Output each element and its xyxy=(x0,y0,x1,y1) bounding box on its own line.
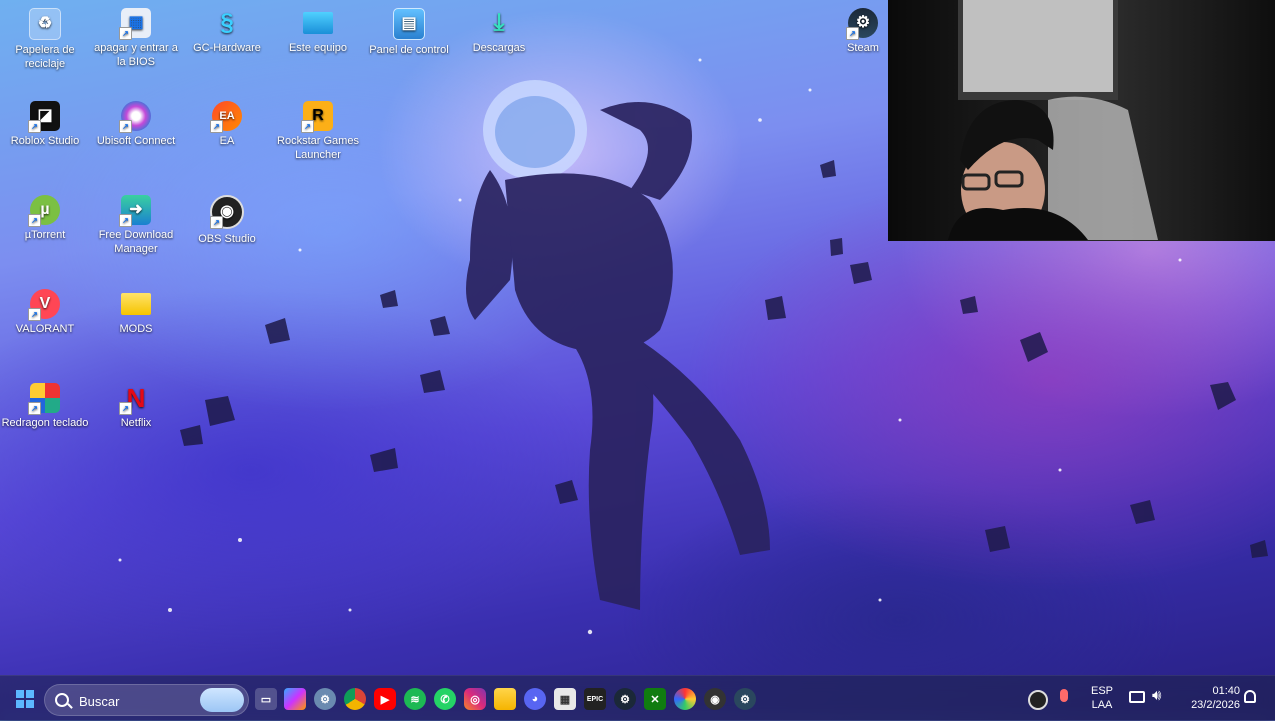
webcam-person xyxy=(948,0,1158,241)
fdm-icon: ➜ ↗ xyxy=(119,195,151,227)
calculator-icon[interactable]: ▦ xyxy=(554,688,576,710)
desktop-icon-recycle-bin[interactable]: ♻ Papelera de reciclaje xyxy=(1,8,89,71)
rockstar-icon: R ↗ xyxy=(301,101,333,133)
desktop-icon-label: Free Download Manager xyxy=(98,229,174,255)
desktop-icon-rockstar[interactable]: R ↗ Rockstar Games Launcher xyxy=(274,101,362,162)
clock[interactable]: 01:40 23/2/2026 xyxy=(1178,685,1240,711)
steam-icon: ⚙ ↗ xyxy=(846,8,878,40)
desktop-icon-bios-shortcut[interactable]: ▦ ↗ apagar y entrar a la BIOS xyxy=(92,8,180,69)
desktop-icon-gc-hardware[interactable]: § GC-Hardware xyxy=(183,8,271,55)
desktop-icon-ubisoft[interactable]: ↗ Ubisoft Connect xyxy=(92,101,180,148)
copilot-icon[interactable] xyxy=(284,688,306,710)
language-label: ESP xyxy=(1090,685,1113,697)
desktop-icon-label: Roblox Studio xyxy=(10,135,80,147)
ea-icon: EA ↗ xyxy=(210,101,242,133)
desktop-icon-label: OBS Studio xyxy=(198,233,256,245)
taskbar-search[interactable] xyxy=(44,684,249,716)
network-icon[interactable] xyxy=(1129,691,1145,703)
youtube-icon[interactable]: ▶ xyxy=(374,688,396,710)
windows-logo-icon xyxy=(16,690,34,708)
desktop-icon-label: Ubisoft Connect xyxy=(96,135,176,147)
discord-icon[interactable]: ◕ xyxy=(524,688,546,710)
utorrent-icon: µ ↗ xyxy=(28,195,60,227)
clock-date: 23/2/2026 xyxy=(1191,699,1240,711)
desktop-icon-netflix[interactable]: N ↗ Netflix xyxy=(92,383,180,430)
downloads-icon: ⤓ xyxy=(493,9,505,36)
desktop-icon-free-download-manager[interactable]: ➜ ↗ Free Download Manager xyxy=(92,195,180,256)
desktop-icon-label: VALORANT xyxy=(15,323,75,335)
folder-icon xyxy=(121,293,151,315)
obs-taskbar-icon[interactable]: ◉ xyxy=(704,688,726,710)
steam-alt-taskbar-icon[interactable]: ⚙ xyxy=(734,688,756,710)
redragon-icon: ↗ xyxy=(28,383,60,415)
roblox-studio-icon: ◪ ↗ xyxy=(28,101,60,133)
desktop-icon-label: Netflix xyxy=(120,417,152,429)
desktop-icon-label: Redragon teclado xyxy=(1,417,89,429)
computer-icon xyxy=(303,12,333,34)
color-app-icon[interactable] xyxy=(674,688,696,710)
desktop-icon-ea[interactable]: EA ↗ EA xyxy=(183,101,271,148)
shortcut-icon: ▦ ↗ xyxy=(119,8,151,40)
desktop-icon-obs-studio[interactable]: ◉ ↗ OBS Studio xyxy=(183,195,271,246)
whatsapp-icon[interactable]: ✆ xyxy=(434,688,456,710)
spotify-icon[interactable]: ≋ xyxy=(404,688,426,710)
desktop-icon-label: Descargas xyxy=(472,42,526,54)
valorant-icon: V ↗ xyxy=(28,289,60,321)
desktop-icon-roblox-studio[interactable]: ◪ ↗ Roblox Studio xyxy=(1,101,89,148)
desktop-icon-valorant[interactable]: V ↗ VALORANT xyxy=(1,289,89,336)
desktop-icon-downloads[interactable]: ⤓ Descargas xyxy=(455,8,543,55)
volume-icon[interactable]: 🔊︎ xyxy=(1152,687,1161,704)
ubisoft-icon: ↗ xyxy=(119,101,151,133)
desktop-icon-redragon[interactable]: ↗ Redragon teclado xyxy=(1,383,89,430)
input-language-indicator[interactable]: ESP LAA xyxy=(1088,685,1116,711)
desktop-icon-label: EA xyxy=(219,135,235,147)
clock-time: 01:40 xyxy=(1212,685,1240,697)
settings-icon[interactable]: ⚙ xyxy=(314,688,336,710)
epic-games-icon[interactable]: EPIC xyxy=(584,688,606,710)
xbox-icon[interactable]: ✕ xyxy=(644,688,666,710)
control-panel-icon: ▤ xyxy=(393,8,425,40)
search-icon xyxy=(55,693,69,707)
obs-icon: ◉ ↗ xyxy=(210,195,244,229)
search-input[interactable] xyxy=(77,691,201,711)
astronaut-figure xyxy=(466,80,770,610)
desktop-icon-label: Este equipo xyxy=(288,42,348,54)
webcam-overlay xyxy=(888,0,1275,241)
keyboard-layout-label: LAA xyxy=(1091,699,1113,711)
steam-taskbar-icon[interactable]: ⚙ xyxy=(614,688,636,710)
chrome-icon[interactable] xyxy=(344,688,366,710)
desktop-icon-label: Rockstar Games Launcher xyxy=(277,135,359,161)
desktop-icon-label: MODS xyxy=(119,323,153,335)
gc-hardware-icon: § xyxy=(220,9,234,36)
file-explorer-icon[interactable] xyxy=(494,688,516,710)
taskbar: ▭ ⚙ ▶ ≋ ✆ ◎ ◕ ▦ EPIC ⚙ ✕ ◉ ⚙ ESP LAA 🔊︎ … xyxy=(0,675,1275,721)
microphone-icon[interactable] xyxy=(1060,689,1068,702)
desktop-icon-label: µTorrent xyxy=(24,229,66,241)
desktop-icon-label: Papelera de reciclaje xyxy=(15,44,75,70)
instagram-icon[interactable]: ◎ xyxy=(464,688,486,710)
netflix-icon: N ↗ xyxy=(119,383,151,415)
recycle-bin-icon: ♻ xyxy=(29,8,61,40)
desktop-icon-label: GC-Hardware xyxy=(193,42,261,54)
desktop-icon-utorrent[interactable]: µ ↗ µTorrent xyxy=(1,195,89,242)
desktop-icon-mods-folder[interactable]: MODS xyxy=(92,289,180,336)
desktop-icon-control-panel[interactable]: ▤ Panel de control xyxy=(365,8,453,57)
desktop-icon-label: apagar y entrar a la BIOS xyxy=(94,42,178,68)
task-view-icon[interactable]: ▭ xyxy=(255,688,277,710)
obs-tray-icon[interactable] xyxy=(1028,690,1048,710)
notifications-icon[interactable] xyxy=(1244,690,1256,703)
desktop-icon-label: Panel de control xyxy=(369,44,449,56)
search-highlight-icon xyxy=(200,688,244,712)
start-button[interactable] xyxy=(16,690,34,708)
desktop-icon-this-pc[interactable]: Este equipo xyxy=(274,8,362,55)
